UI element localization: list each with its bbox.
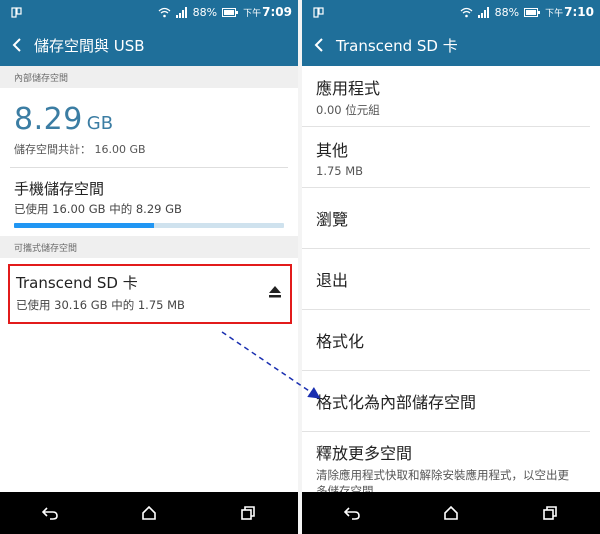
list-item-format-as-internal[interactable]: 格式化為內部儲存空間 [302, 371, 590, 432]
phone-storage-progress-fill [14, 223, 155, 228]
phone-storage-item[interactable]: 手機儲存空間 已使用 16.00 GB 中的 8.29 GB [0, 168, 298, 236]
list-item-title: 退出 [316, 271, 349, 290]
sim-icon [11, 6, 22, 18]
list-item-subtitle: 1.75 MB [316, 163, 364, 178]
list-item-format[interactable]: 格式化 [302, 310, 590, 371]
list-item-title: 其他 [316, 140, 349, 160]
app-bar: Transcend SD 卡 [302, 24, 600, 66]
sim-icon [313, 6, 324, 18]
sd-card-screen: 88% 下午 7:10 Transcend SD 卡 應用程式 0.00 位元組… [302, 0, 600, 534]
page-title: Transcend SD 卡 [336, 36, 458, 55]
app-bar: 儲存空間與 USB [0, 24, 298, 66]
internal-storage-header: 內部儲存空間 [0, 66, 298, 88]
used-value: 8.29 [14, 102, 83, 137]
nav-bar [302, 492, 600, 534]
page-title: 儲存空間與 USB [34, 36, 145, 55]
signal-icon [175, 6, 188, 18]
list-item-title: 應用程式 [316, 78, 381, 98]
phone-storage-usage: 已使用 16.00 GB 中的 8.29 GB [14, 202, 182, 216]
battery-icon [222, 7, 239, 17]
total-storage: 儲存空間共計： 16.00 GB [14, 143, 146, 156]
clock-time: 7:09 [262, 5, 292, 19]
clock-ampm: 下午 [545, 8, 564, 19]
recents-nav-icon[interactable] [538, 501, 562, 525]
battery-icon [524, 7, 541, 17]
phone-storage-progress [14, 223, 284, 228]
list-item-explore[interactable]: 瀏覽 [302, 188, 590, 249]
used-unit: GB [86, 113, 114, 134]
list-item-title: 釋放更多空間 [316, 444, 413, 463]
sd-card-options-list: 應用程式 0.00 位元組 其他 1.75 MB 瀏覽 退出 格式化 格式化為內… [302, 66, 600, 492]
wifi-icon [460, 7, 473, 18]
list-item-subtitle: 0.00 位元組 [316, 102, 380, 117]
signal-icon [477, 6, 490, 18]
phone-storage-title: 手機儲存空間 [14, 180, 105, 198]
clock-time: 7:10 [564, 5, 594, 19]
wifi-icon [158, 7, 171, 18]
back-nav-icon[interactable] [340, 501, 364, 525]
storage-summary: 8.29 GB 儲存空間共計： 16.00 GB [0, 88, 298, 167]
list-item-free-up-space[interactable]: 釋放更多空間 清除應用程式快取和解除安裝應用程式，以空出更多儲存空間 [302, 432, 590, 492]
status-bar: 88% 下午 7:09 [0, 0, 298, 24]
sd-card-item[interactable]: Transcend SD 卡 已使用 30.16 GB 中的 1.75 MB [8, 264, 292, 324]
home-nav-icon[interactable] [439, 501, 463, 525]
back-arrow-icon[interactable] [314, 37, 324, 53]
sd-card-title: Transcend SD 卡 [16, 274, 138, 292]
list-item-apps[interactable]: 應用程式 0.00 位元組 [302, 66, 590, 127]
back-nav-icon[interactable] [38, 501, 62, 525]
nav-bar [0, 492, 298, 534]
list-item-title: 格式化 [316, 332, 365, 351]
home-nav-icon[interactable] [137, 501, 161, 525]
portable-storage-header: 可攜式儲存空間 [0, 236, 298, 258]
list-item-subtitle: 清除應用程式快取和解除安裝應用程式，以空出更多儲存空間 [316, 468, 569, 492]
list-item-title: 格式化為內部儲存空間 [316, 393, 477, 412]
battery-percent: 88% [494, 5, 520, 19]
status-bar: 88% 下午 7:10 [302, 0, 600, 24]
back-arrow-icon[interactable] [12, 37, 22, 53]
clock-ampm: 下午 [243, 8, 262, 19]
storage-usb-screen: 88% 下午 7:09 儲存空間與 USB 內部儲存空間 8.29 GB 儲存空間… [0, 0, 298, 534]
list-item-title: 瀏覽 [316, 210, 349, 229]
recents-nav-icon[interactable] [236, 501, 260, 525]
battery-percent: 88% [192, 5, 218, 19]
list-item-eject[interactable]: 退出 [302, 249, 590, 310]
sd-card-usage: 已使用 30.16 GB 中的 1.75 MB [16, 298, 185, 312]
list-item-other[interactable]: 其他 1.75 MB [302, 127, 590, 188]
eject-icon[interactable] [268, 284, 282, 298]
